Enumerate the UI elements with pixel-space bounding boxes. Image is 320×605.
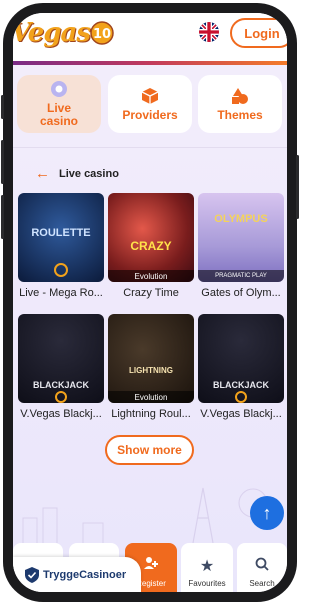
tab-live-casino[interactable]: Live casino (17, 75, 101, 133)
game-card-mega-roulette[interactable]: ROULETTE Live - Mega Ro... (18, 193, 104, 299)
search-label: Search (249, 579, 275, 588)
section-header: ← Live casino (35, 165, 119, 182)
provider-label: Evolution (108, 391, 194, 403)
trygge-casinoer-badge[interactable]: TryggeCasinoer (13, 557, 141, 592)
game-thumbnail[interactable]: BLACKJACK (18, 314, 104, 403)
favourites-label: Favourites (188, 579, 226, 588)
volume-down-button (1, 195, 4, 239)
thumbnail-title: BLACKJACK (33, 380, 89, 390)
thumbnail-title: LIGHTNING (129, 366, 173, 375)
cube-icon (140, 87, 160, 105)
thumbnail-title: ROULETTE (31, 227, 91, 239)
game-name: Crazy Time (123, 287, 179, 299)
top-header: Vegas 10 Login (13, 13, 287, 65)
game-name: V.Vegas Blackj... (200, 408, 282, 420)
game-card-gates-of-olympus[interactable]: OLYMPUS PRAGMATIC PLAY Gates of Olym... (198, 193, 284, 299)
game-badge-icon (55, 391, 67, 403)
game-card-crazy-time[interactable]: CRAZY Evolution Crazy Time (108, 193, 194, 299)
shield-icon (25, 566, 39, 583)
game-badge-icon (54, 263, 68, 277)
trygge-brand-name: TryggeCasinoer (43, 568, 127, 581)
game-thumbnail[interactable]: LIGHTNING Evolution (108, 314, 194, 403)
game-card-vvegas-blackjack-1[interactable]: BLACKJACK V.Vegas Blackj... (18, 314, 104, 420)
thumbnail-title: CRAZY (130, 239, 172, 253)
volume-up-button (1, 140, 4, 184)
power-button (296, 155, 299, 219)
game-thumbnail[interactable]: BLACKJACK (198, 314, 284, 403)
search-icon (255, 557, 269, 576)
game-card-vvegas-blackjack-2[interactable]: BLACKJACK V.Vegas Blackj... (198, 314, 284, 420)
game-thumbnail[interactable]: CRAZY Evolution (108, 193, 194, 282)
live-casino-icon (49, 80, 69, 98)
svg-text:10: 10 (93, 27, 111, 42)
provider-label: Evolution (108, 270, 194, 282)
game-thumbnail[interactable]: OLYMPUS PRAGMATIC PLAY (198, 193, 284, 282)
thumbnail-title: BLACKJACK (213, 380, 269, 390)
nav-item-search[interactable]: Search (237, 543, 287, 592)
game-thumbnail[interactable]: ROULETTE (18, 193, 104, 282)
logo-text: Vegas (13, 18, 91, 48)
arrow-up-icon[interactable]: ↑ (250, 496, 284, 530)
tab-live-casino-label: Live casino (39, 101, 78, 128)
phone-screen: Vegas 10 Login Live casino Providers The… (13, 13, 287, 592)
game-name: V.Vegas Blackj... (20, 408, 102, 420)
show-more-button[interactable]: Show more (105, 435, 194, 465)
game-name: Lightning Roul... (111, 408, 191, 420)
tab-themes[interactable]: Themes (198, 75, 282, 133)
login-button[interactable]: Login (230, 18, 287, 48)
tab-providers[interactable]: Providers (108, 75, 192, 133)
arrow-left-icon[interactable]: ← (35, 165, 50, 182)
shapes-icon (230, 87, 250, 105)
nav-item-favourites[interactable]: ★ Favourites (181, 543, 233, 592)
vegas-logo[interactable]: Vegas 10 (13, 18, 119, 52)
section-title: Live casino (59, 167, 119, 180)
game-card-lightning-roulette[interactable]: LIGHTNING Evolution Lightning Roul... (108, 314, 194, 420)
city-skyline-decoration (13, 458, 287, 544)
add-user-icon (143, 555, 159, 576)
uk-flag-icon[interactable] (199, 22, 219, 42)
mute-switch (1, 95, 4, 119)
section-divider (13, 147, 287, 148)
tab-providers-label: Providers (122, 107, 178, 122)
star-icon: ★ (199, 558, 215, 575)
tab-themes-label: Themes (217, 107, 263, 122)
game-name: Gates of Olym... (201, 287, 281, 299)
game-badge-icon (235, 391, 247, 403)
thumbnail-title: OLYMPUS (214, 213, 268, 225)
provider-label: PRAGMATIC PLAY (198, 270, 284, 282)
game-name: Live - Mega Ro... (19, 287, 103, 299)
logo-badge-icon: 10 (90, 21, 114, 45)
